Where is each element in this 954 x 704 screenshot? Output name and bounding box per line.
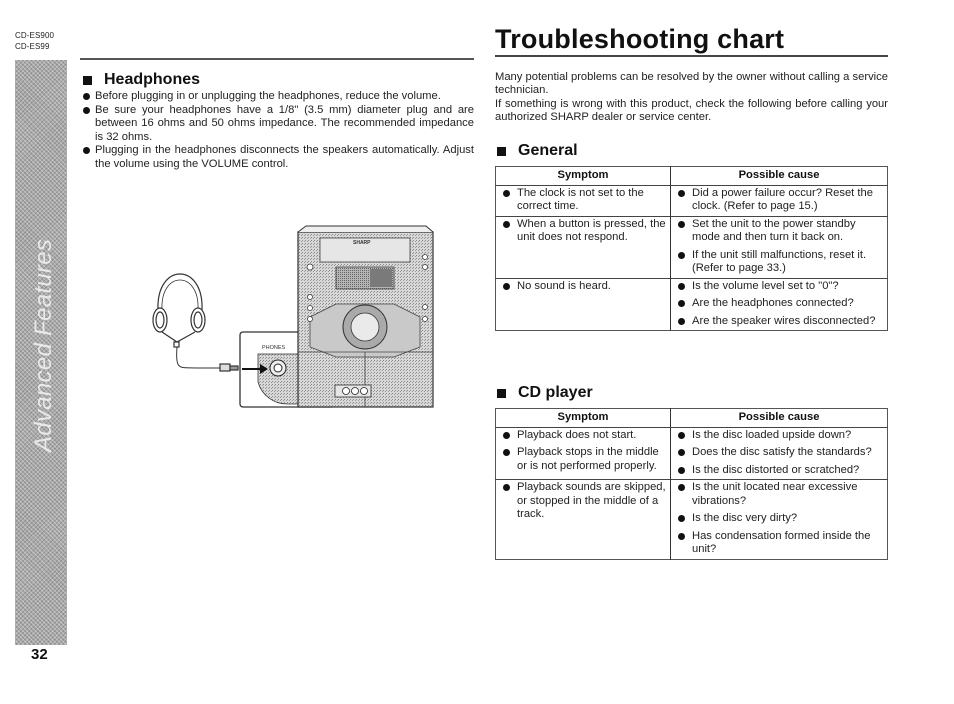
model-number: CD-ES99 xyxy=(15,42,50,51)
cause-cell: Is the unit located near excessive vibra… xyxy=(670,479,888,559)
symptom-column-header: Symptom xyxy=(495,166,671,186)
symptom-item: Playback stops in the middle or is not p… xyxy=(500,446,666,473)
square-bullet-icon xyxy=(497,146,506,156)
symptom-item: The clock is not set to the correct time… xyxy=(500,187,666,214)
cause-item: Set the unit to the power standby mode a… xyxy=(675,218,883,245)
square-bullet-icon xyxy=(497,388,506,398)
cause-cell: Did a power failure occur? Reset the clo… xyxy=(670,184,888,216)
cause-cell: Is the volume level set to "0"? Are the … xyxy=(670,277,888,331)
cause-item: Does the disc satisfy the standards? xyxy=(675,446,883,460)
brand-label: SHARP xyxy=(353,240,371,246)
intro-paragraph: If something is wrong with this product,… xyxy=(495,97,888,123)
table-row: No sound is heard. Is the volume level s… xyxy=(495,277,888,331)
cd-player-heading-text: CD player xyxy=(518,384,593,401)
table-header-row: Symptom Possible cause xyxy=(495,408,888,428)
cause-cell: Is the disc loaded upside down? Does the… xyxy=(670,426,888,480)
table-header-row: Symptom Possible cause xyxy=(495,166,888,186)
model-number: CD-ES900 xyxy=(15,31,55,40)
cause-item: Is the unit located near excessive vibra… xyxy=(675,481,883,508)
headphones-heading: Headphones xyxy=(83,71,200,89)
bullet-item: Be sure your headphones have a 1/8" (3.5… xyxy=(83,104,474,145)
symptom-cell: Playback sounds are skipped, or stopped … xyxy=(495,479,671,559)
page-title: Troubleshooting chart xyxy=(495,24,785,54)
cause-item: Has condensation formed inside the unit? xyxy=(675,530,883,557)
table-row: Playback does not start. Playback stops … xyxy=(495,426,888,480)
headphones-connection-illustration: PHONES SHARP xyxy=(152,225,434,408)
bullet-item: Before plugging in or unplugging the hea… xyxy=(83,90,474,104)
cause-item: Is the disc very dirty? xyxy=(675,512,883,526)
phones-label: PHONES xyxy=(262,345,286,351)
symptom-cell: The clock is not set to the correct time… xyxy=(495,184,671,216)
square-bullet-icon xyxy=(83,75,92,85)
intro-text: Many potential problems can be resolved … xyxy=(495,71,888,124)
cause-item: Are the headphones connected? xyxy=(675,297,883,311)
symptom-cell: Playback does not start. Playback stops … xyxy=(495,426,671,480)
cause-item: Is the volume level set to "0"? xyxy=(675,280,883,294)
general-table: Symptom Possible cause The clock is not … xyxy=(495,166,888,331)
symptom-item: When a button is pressed, the unit does … xyxy=(500,218,666,245)
side-tab-label: Advanced Features xyxy=(30,238,57,452)
general-heading-text: General xyxy=(518,142,578,159)
bullet-item: Plugging in the headphones disconnects t… xyxy=(83,144,474,171)
title-rule xyxy=(495,55,888,57)
cause-column-header: Possible cause xyxy=(670,408,888,428)
cause-item: Are the speaker wires disconnected? xyxy=(675,315,883,329)
general-heading: General xyxy=(497,142,578,160)
header-rule xyxy=(80,58,474,60)
headphones-heading-text: Headphones xyxy=(104,71,201,88)
symptom-column-header: Symptom xyxy=(495,408,671,428)
intro-paragraph: Many potential problems can be resolved … xyxy=(495,71,888,97)
cause-item: Is the disc loaded upside down? xyxy=(675,429,883,443)
symptom-cell: When a button is pressed, the unit does … xyxy=(495,215,671,278)
headphones-bullets: Before plugging in or unplugging the hea… xyxy=(83,90,474,171)
cause-column-header: Possible cause xyxy=(670,166,888,186)
cd-player-table: Symptom Possible cause Playback does not… xyxy=(495,408,888,560)
symptom-item: No sound is heard. xyxy=(500,280,666,294)
page-number: 32 xyxy=(31,646,48,663)
table-row: Playback sounds are skipped, or stopped … xyxy=(495,479,888,559)
symptom-cell: No sound is heard. xyxy=(495,277,671,331)
headphones-icon xyxy=(152,273,239,372)
cause-item: Is the disc distorted or scratched? xyxy=(675,464,883,478)
symptom-item: Playback sounds are skipped, or stopped … xyxy=(500,481,666,522)
cause-item: If the unit still malfunctions, reset it… xyxy=(675,249,883,276)
cd-player-heading: CD player xyxy=(497,384,593,402)
cause-item: Did a power failure occur? Reset the clo… xyxy=(675,187,883,214)
table-row: When a button is pressed, the unit does … xyxy=(495,215,888,278)
cause-cell: Set the unit to the power standby mode a… xyxy=(670,215,888,278)
table-row: The clock is not set to the correct time… xyxy=(495,184,888,216)
symptom-item: Playback does not start. xyxy=(500,429,666,443)
stereo-unit-icon: SHARP xyxy=(297,225,434,408)
